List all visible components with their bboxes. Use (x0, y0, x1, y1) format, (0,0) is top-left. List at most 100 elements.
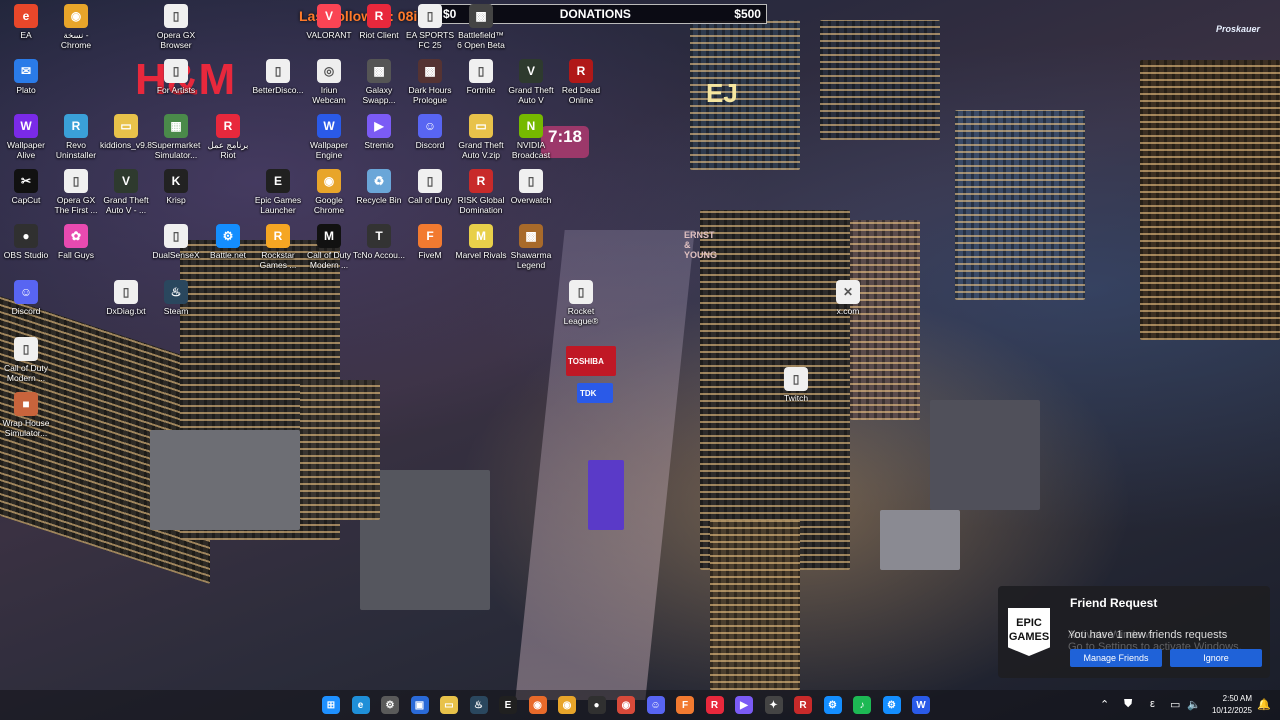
desktop-icon-label: Wallpaper Engine (310, 140, 348, 160)
battlenet-app[interactable]: ⚙ (823, 696, 842, 714)
app-icon: ▯ (418, 4, 442, 28)
desktop-icon[interactable]: ▯ Call of Duty Modern ... (0, 337, 52, 383)
wallpaper-engine-app[interactable]: W (912, 696, 930, 714)
taskbar-clock[interactable]: 2:50 AM 10/12/2025 (1206, 693, 1252, 717)
desktop-icon[interactable]: ▩ Battlefield™ 6 Open Beta (455, 4, 507, 50)
app-icon: ■ (14, 392, 38, 416)
desktop-icon-label: Call of Duty Modern ... (4, 363, 48, 383)
desktop-icon[interactable]: ✕ x.com (822, 280, 874, 316)
desktop-icon[interactable]: V VALORANT (303, 4, 355, 40)
desktop-icon[interactable]: R Revo Uninstaller (50, 114, 102, 160)
desktop-icon[interactable]: ● OBS Studio (0, 224, 52, 260)
desktop-icon[interactable]: ✉ Plato (0, 59, 52, 95)
desktop-icon[interactable]: M Marvel Rivals (455, 224, 507, 260)
desktop-icon[interactable]: ▯ For Artists (150, 59, 202, 95)
desktop-icon[interactable]: ▯ Twitch (770, 367, 822, 403)
desktop-icon[interactable]: T TcNo Accou... (353, 224, 405, 260)
store-app[interactable]: ▣ (410, 696, 429, 714)
desktop-icon[interactable]: ▯ Fortnite (455, 59, 507, 95)
desktop-icon[interactable]: V Grand Theft Auto V (505, 59, 557, 105)
desktop-icon[interactable]: R Rockstar Games ... (252, 224, 304, 270)
desktop-icon[interactable]: W Wallpaper Engine (303, 114, 355, 160)
desktop-icon[interactable]: ▯ Rocket League® (555, 280, 607, 326)
stremio-app[interactable]: ▶ (735, 696, 753, 714)
edge-app[interactable]: e (351, 696, 370, 714)
chrome-app[interactable]: ◉ (558, 696, 576, 714)
desktop-icon[interactable]: ▩ Shawarma Legend (505, 224, 557, 270)
desktop-icon[interactable]: ▯ Overwatch (505, 169, 557, 205)
desktop-icon[interactable]: M Call of Duty Modern ... (303, 224, 355, 270)
desktop-icon[interactable]: ▩ Dark Hours Prologue (404, 59, 456, 105)
desktop-icon[interactable]: F FiveM (404, 224, 456, 260)
desktop-icon-label: kiddions_v9.8 (100, 140, 152, 150)
chrome-app-2[interactable]: ◉ (617, 696, 635, 714)
desktop-icon[interactable]: ⚙ Battle.net (202, 224, 254, 260)
security-icon[interactable]: ⛊ (1124, 698, 1132, 711)
notification-bell-icon[interactable]: 🔔 (1257, 698, 1271, 711)
volume-icon[interactable]: 🔈 (1187, 698, 1201, 711)
desktop-icon[interactable]: E Epic Games Launcher (252, 169, 304, 215)
desktop-icon[interactable]: ▭ kiddions_v9.8 (100, 114, 152, 150)
desktop-icon-label: Recycle Bin (356, 195, 402, 205)
desktop-icon-label: Discord (415, 140, 445, 150)
desktop-icon[interactable]: ■ Wrap House Simulator... (0, 392, 52, 438)
desktop-icon-label: Rockstar Games ... (259, 250, 297, 270)
desktop-icon-label: نسخة - Chrome (60, 30, 92, 50)
desktop-icon[interactable]: ▩ Galaxy Swapp... (353, 59, 405, 105)
epic-friend-request-notification[interactable]: EPIC GAMES Friend Request Activate Windo… (998, 586, 1270, 678)
desktop-icon[interactable]: ▶ Stremio (353, 114, 405, 150)
desktop-icon[interactable]: e EA (0, 4, 52, 40)
desktop-icon[interactable]: R Red Dead Online (555, 59, 607, 105)
fivem-app[interactable]: F (676, 696, 694, 714)
start-button[interactable]: ⊞ (322, 696, 340, 714)
settings-app[interactable]: ⚙ (381, 696, 399, 714)
desktop-icon[interactable]: R Riot Client (353, 4, 405, 40)
desktop-icon[interactable]: R برنامج عمل Riot (202, 114, 254, 160)
spotify-app[interactable]: ♪ (853, 696, 871, 714)
desktop-icon[interactable]: ◎ Iriun Webcam (303, 59, 355, 105)
firefox-app[interactable]: ◉ (528, 696, 547, 714)
desktop-icon[interactable]: ▯ DxDiag.txt (100, 280, 152, 316)
desktop-icon[interactable]: ▦ Supermarket Simulator... (150, 114, 202, 160)
epic-app[interactable]: E (499, 696, 517, 714)
obs-app[interactable]: ● (587, 696, 606, 714)
desktop-icon[interactable]: ◉ Google Chrome (303, 169, 355, 215)
chevron-up-icon[interactable]: ⌃ (1100, 698, 1109, 711)
network-icon[interactable]: ▭ (1170, 698, 1180, 711)
desktop-icon[interactable]: ▯ Opera GX The First ... (50, 169, 102, 215)
overlay-app[interactable]: ✦ (764, 696, 783, 714)
desktop-icon[interactable]: ☺ Discord (0, 280, 52, 316)
desktop-icon[interactable]: R RISK Global Domination (455, 169, 507, 215)
manage-friends-button[interactable]: Manage Friends (1070, 649, 1162, 667)
desktop-icon[interactable]: W Wallpaper Alive (0, 114, 52, 160)
desktop-icon[interactable]: ▯ Call of Duty (404, 169, 456, 205)
steam-app[interactable]: ♨ (469, 696, 488, 714)
desktop-icon[interactable]: ▯ EA SPORTS FC 25 (404, 4, 456, 50)
app-icon: ☺ (418, 114, 442, 138)
desktop-icon[interactable]: ♨ Steam (150, 280, 202, 316)
desktop-icon[interactable]: N NVIDIA Broadcast (505, 114, 557, 160)
desktop-icon[interactable]: V Grand Theft Auto V - ... (100, 169, 152, 215)
desktop-icon[interactable]: ✂ CapCut (0, 169, 52, 205)
desktop-icon[interactable]: ▯ Opera GX Browser (150, 4, 202, 50)
battlenet-app-2[interactable]: ⚙ (882, 696, 901, 714)
app-icon: ♻ (367, 169, 391, 193)
discord-app[interactable]: ☺ (646, 696, 665, 714)
desktop-icon[interactable]: ▯ DualSenseX (150, 224, 202, 260)
desktop-icon[interactable]: K Krisp (150, 169, 202, 205)
explorer-app[interactable]: ▭ (440, 696, 458, 714)
notification-message: You have 1 new friends requests (1068, 629, 1228, 641)
app-icon: F (418, 224, 442, 248)
app-icon: ▩ (418, 59, 442, 83)
rockstar-app[interactable]: R (794, 696, 812, 714)
desktop-icon[interactable]: ◉ نسخة - Chrome (50, 4, 102, 50)
ignore-button[interactable]: Ignore (1170, 649, 1262, 667)
desktop-icon[interactable]: ♻ Recycle Bin (353, 169, 405, 205)
desktop-icon[interactable]: ▭ Grand Theft Auto V.zip (455, 114, 507, 160)
riot-app[interactable]: R (705, 696, 724, 714)
donations-goal: $500 (734, 7, 761, 21)
language-icon[interactable]: ε (1150, 698, 1155, 710)
desktop-icon[interactable]: ✿ Fall Guys (50, 224, 102, 260)
desktop-icon[interactable]: ▯ BetterDisco... (252, 59, 304, 95)
desktop-icon[interactable]: ☺ Discord (404, 114, 456, 150)
